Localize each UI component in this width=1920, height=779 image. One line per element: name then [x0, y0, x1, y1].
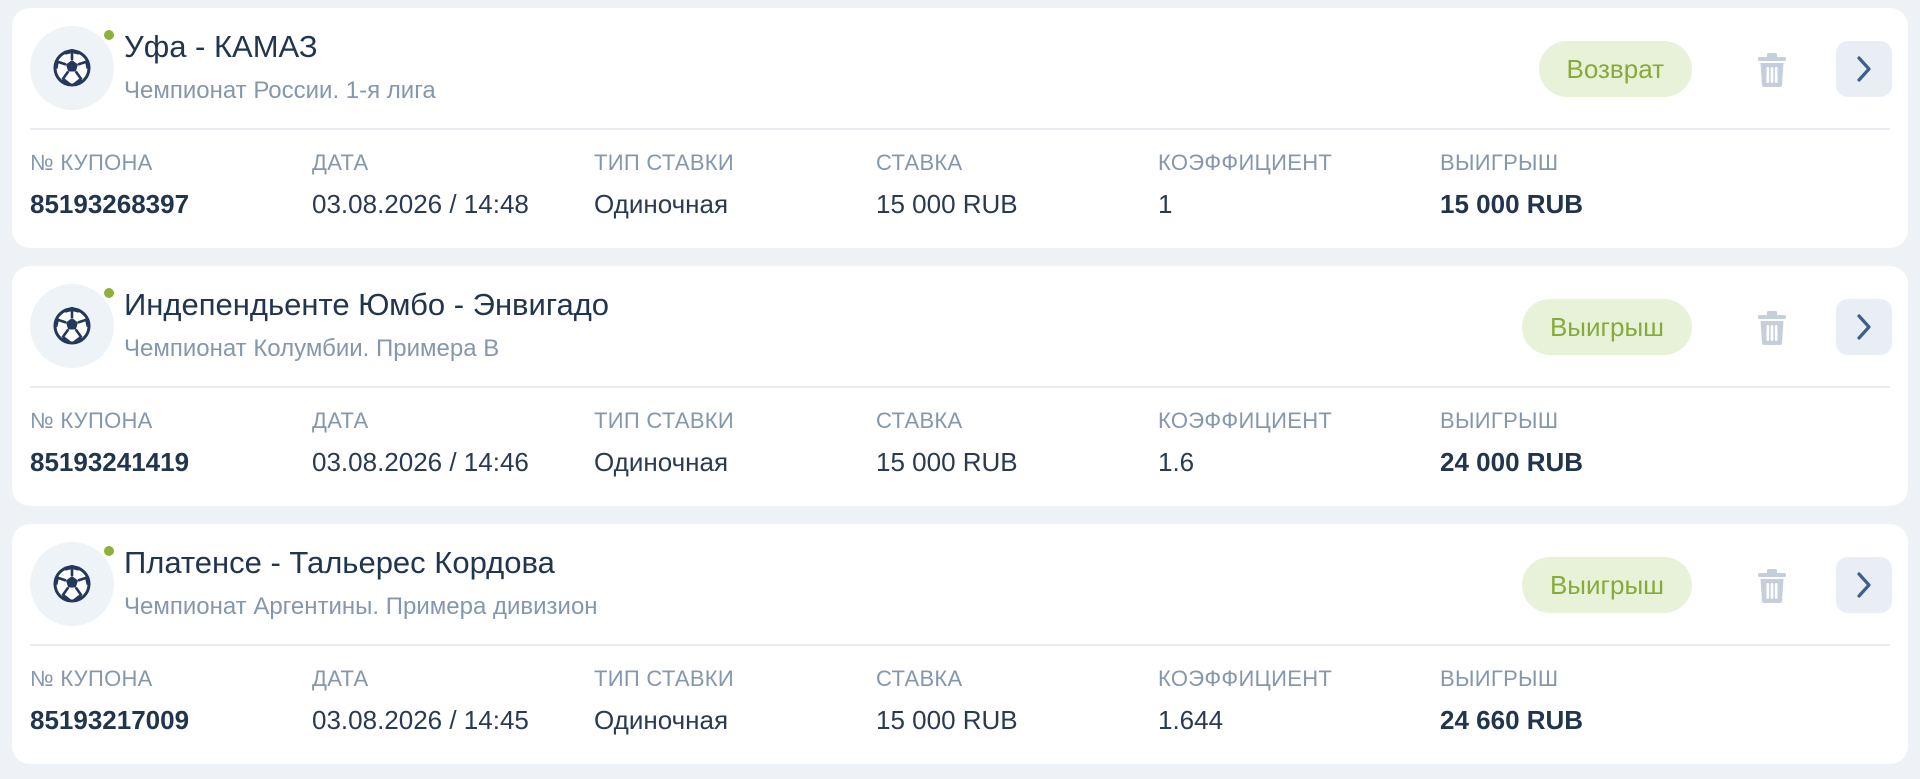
coupon-column: № КУПОНА 85193217009	[30, 664, 312, 740]
bet-type-label: ТИП СТАВКИ	[594, 666, 735, 691]
coupon-column: № КУПОНА 85193241419	[30, 406, 312, 482]
stake-amount: 15 000 RUB	[876, 447, 1018, 477]
coupon-number: 85193241419	[30, 447, 190, 477]
live-dot-icon	[102, 28, 116, 42]
stake-label: СТАВКА	[876, 408, 963, 433]
bet-card-header: Платенсе - Тальерес Кордова Чемпионат Ар…	[30, 524, 1892, 646]
match-title: Индепендьенте Юмбо - Энвигадо	[124, 287, 610, 322]
league-name: Чемпионат Колумбии. Примера B	[124, 335, 500, 362]
coefficient-value: 1	[1158, 189, 1173, 219]
coupon-number: 85193268397	[30, 189, 190, 219]
winnings-amount: 15 000 RUB	[1440, 189, 1584, 219]
coupon-label: № КУПОНА	[30, 666, 153, 691]
winnings-amount: 24 000 RUB	[1440, 447, 1584, 477]
chevron-right-icon	[1857, 56, 1871, 82]
sport-avatar	[30, 26, 116, 110]
bet-card: Уфа - КАМАЗ Чемпионат России. 1-я лига В…	[12, 8, 1908, 248]
date-column: ДАТА 03.08.2026 / 14:45	[312, 664, 594, 740]
bet-details: № КУПОНА 85193217009 ДАТА 03.08.2026 / 1…	[30, 646, 1890, 740]
sport-avatar	[30, 542, 116, 626]
league-name: Чемпионат Аргентины. Примера дивизион	[124, 593, 598, 620]
coefficient-column: КОЭФФИЦИЕНТ 1.644	[1158, 664, 1440, 740]
coefficient-label: КОЭФФИЦИЕНТ	[1158, 408, 1333, 433]
bet-card-header: Уфа - КАМАЗ Чемпионат России. 1-я лига В…	[30, 8, 1892, 130]
league-name: Чемпионат России. 1-я лига	[124, 77, 436, 104]
coupon-label: № КУПОНА	[30, 408, 153, 433]
winnings-column: ВЫИГРЫШ 24 000 RUB	[1440, 406, 1722, 482]
bet-type: Одиночная	[594, 189, 729, 219]
stake-label: СТАВКА	[876, 666, 963, 691]
status-badge: Выигрыш	[1521, 299, 1692, 355]
bet-type: Одиночная	[594, 447, 729, 477]
stake-amount: 15 000 RUB	[876, 189, 1018, 219]
stake-label: СТАВКА	[876, 150, 963, 175]
winnings-label: ВЫИГРЫШ	[1440, 666, 1559, 691]
coefficient-column: КОЭФФИЦИЕНТ 1.6	[1158, 406, 1440, 482]
chevron-right-icon	[1857, 572, 1871, 598]
soccer-ball-icon	[53, 48, 91, 87]
coupon-number: 85193217009	[30, 705, 190, 735]
delete-button[interactable]	[1750, 48, 1794, 92]
status-badge: Возврат	[1538, 41, 1692, 97]
soccer-ball-icon	[53, 564, 91, 603]
delete-button[interactable]	[1750, 306, 1794, 350]
open-details-button[interactable]	[1836, 41, 1892, 97]
sport-avatar	[30, 284, 116, 368]
coefficient-value: 1.6	[1158, 447, 1195, 477]
bet-type-label: ТИП СТАВКИ	[594, 150, 735, 175]
date-label: ДАТА	[312, 150, 369, 175]
open-details-button[interactable]	[1836, 557, 1892, 613]
date-label: ДАТА	[312, 666, 369, 691]
live-dot-icon	[102, 286, 116, 300]
delete-button[interactable]	[1750, 564, 1794, 608]
winnings-label: ВЫИГРЫШ	[1440, 150, 1559, 175]
coefficient-column: КОЭФФИЦИЕНТ 1	[1158, 148, 1440, 224]
winnings-column: ВЫИГРЫШ 15 000 RUB	[1440, 148, 1722, 224]
date-label: ДАТА	[312, 408, 369, 433]
chevron-right-icon	[1857, 314, 1871, 340]
coefficient-label: КОЭФФИЦИЕНТ	[1158, 666, 1333, 691]
status-badge: Выигрыш	[1521, 557, 1692, 613]
winnings-column: ВЫИГРЫШ 24 660 RUB	[1440, 664, 1722, 740]
trash-icon	[1758, 53, 1786, 87]
coupon-label: № КУПОНА	[30, 150, 153, 175]
match-title: Уфа - КАМАЗ	[124, 29, 318, 64]
bet-details: № КУПОНА 85193241419 ДАТА 03.08.2026 / 1…	[30, 388, 1890, 482]
bet-card: Индепендьенте Юмбо - Энвигадо Чемпионат …	[12, 266, 1908, 506]
bet-type-column: ТИП СТАВКИ Одиночная	[594, 406, 876, 482]
bet-type: Одиночная	[594, 705, 729, 735]
bet-card: Платенсе - Тальерес Кордова Чемпионат Ар…	[12, 524, 1908, 764]
stake-column: СТАВКА 15 000 RUB	[876, 406, 1158, 482]
bet-card-header: Индепендьенте Юмбо - Энвигадо Чемпионат …	[30, 266, 1892, 388]
stake-column: СТАВКА 15 000 RUB	[876, 664, 1158, 740]
match-title: Платенсе - Тальерес Кордова	[124, 545, 555, 580]
bet-date: 03.08.2026 / 14:46	[312, 447, 529, 477]
winnings-amount: 24 660 RUB	[1440, 705, 1584, 735]
open-details-button[interactable]	[1836, 299, 1892, 355]
soccer-ball-icon	[53, 306, 91, 345]
bet-type-label: ТИП СТАВКИ	[594, 408, 735, 433]
live-dot-icon	[102, 544, 116, 558]
bet-history-list: Уфа - КАМАЗ Чемпионат России. 1-я лига В…	[0, 0, 1920, 779]
bet-details: № КУПОНА 85193268397 ДАТА 03.08.2026 / 1…	[30, 130, 1890, 224]
date-column: ДАТА 03.08.2026 / 14:48	[312, 148, 594, 224]
coefficient-value: 1.644	[1158, 705, 1224, 735]
stake-column: СТАВКА 15 000 RUB	[876, 148, 1158, 224]
trash-icon	[1758, 311, 1786, 345]
trash-icon	[1758, 569, 1786, 603]
winnings-label: ВЫИГРЫШ	[1440, 408, 1559, 433]
coefficient-label: КОЭФФИЦИЕНТ	[1158, 150, 1333, 175]
bet-date: 03.08.2026 / 14:48	[312, 189, 529, 219]
date-column: ДАТА 03.08.2026 / 14:46	[312, 406, 594, 482]
stake-amount: 15 000 RUB	[876, 705, 1018, 735]
bet-date: 03.08.2026 / 14:45	[312, 705, 529, 735]
bet-type-column: ТИП СТАВКИ Одиночная	[594, 664, 876, 740]
bet-type-column: ТИП СТАВКИ Одиночная	[594, 148, 876, 224]
coupon-column: № КУПОНА 85193268397	[30, 148, 312, 224]
